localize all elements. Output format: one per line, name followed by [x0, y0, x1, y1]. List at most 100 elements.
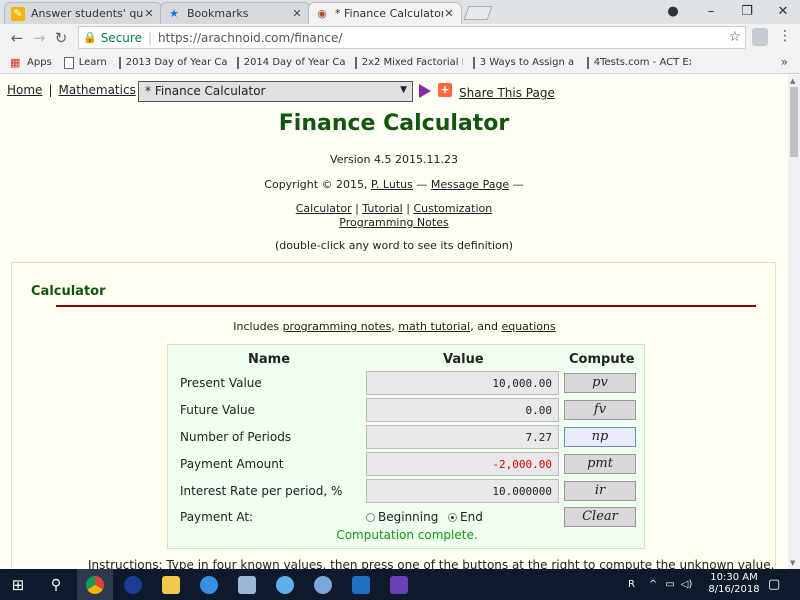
action-center-icon[interactable]: ▢	[768, 569, 780, 600]
share-icon[interactable]: +	[438, 83, 452, 97]
page-icon	[63, 56, 74, 69]
page-selector[interactable]: * Finance Calculator ▼	[138, 81, 413, 102]
reload-icon[interactable]: ↻	[50, 29, 72, 47]
programming-notes-link[interactable]: programming notes	[283, 320, 392, 333]
browser-toolbar: ← → ↻ 🔒 Secure | https://arachnoid.com/f…	[0, 24, 800, 52]
dropdown-caret-icon: ▼	[400, 85, 407, 95]
taskbar-app[interactable]	[153, 569, 189, 600]
search-icon: ⚲	[50, 576, 62, 593]
bookmark-item[interactable]: 3 Ways to Assign a D	[472, 56, 577, 69]
taskbar-clock[interactable]: 10:30 AM 8/16/2018	[706, 572, 762, 596]
equations-link[interactable]: equations	[501, 320, 555, 333]
payment-end-option[interactable]: End	[448, 510, 483, 524]
address-bar[interactable]: 🔒 Secure | https://arachnoid.com/finance…	[78, 26, 746, 49]
payment-amount-field[interactable]: -2,000.00	[366, 452, 559, 476]
mathematics-link[interactable]: Mathematics	[58, 83, 135, 97]
compute-np-button[interactable]: np	[564, 427, 636, 447]
back-icon[interactable]: ←	[6, 29, 28, 47]
shield-icon	[238, 575, 256, 594]
share-link[interactable]: Share This Page	[459, 86, 555, 100]
bookmark-item[interactable]: 2014 Day of Year Calc	[236, 56, 345, 69]
message-page-link[interactable]: Message Page	[431, 178, 509, 191]
scroll-thumb[interactable]	[790, 87, 798, 157]
start-button[interactable]: ⊞	[0, 569, 36, 600]
bookmarks-overflow-button[interactable]: »	[781, 55, 788, 69]
value-column-header: Value	[443, 352, 484, 367]
compute-column-header: Compute	[569, 352, 635, 367]
radio-end[interactable]	[448, 513, 457, 522]
new-tab-button[interactable]	[463, 6, 493, 20]
compute-ir-button[interactable]: ir	[564, 481, 636, 501]
search-button[interactable]: ⚲	[38, 569, 74, 600]
chevron-up-icon[interactable]: ^	[649, 579, 657, 590]
page-icon	[354, 56, 357, 69]
page-icon	[472, 56, 475, 69]
payment-beginning-option[interactable]: Beginning	[366, 510, 438, 524]
interest-rate-field[interactable]: 10.000000	[366, 479, 559, 503]
taskbar-chrome[interactable]	[77, 569, 113, 600]
tab-strip: ✎ Answer students' questio ✕ ★ Bookmarks…	[0, 0, 800, 24]
clear-button[interactable]: Clear	[564, 507, 636, 527]
programming-notes-link[interactable]: Programming Notes	[339, 216, 448, 229]
compute-pv-button[interactable]: pv	[564, 373, 636, 393]
bookmark-apps[interactable]: ▦ Apps	[10, 57, 52, 69]
extension-icon[interactable]	[752, 28, 768, 46]
calculator-link[interactable]: Calculator	[296, 202, 352, 215]
author-link[interactable]: P. Lutus	[371, 178, 413, 191]
bookmark-item[interactable]: 2013 Day of Year Calc	[118, 56, 227, 69]
profile-icon[interactable]: ●	[656, 0, 690, 24]
customization-link[interactable]: Customization	[413, 202, 492, 215]
compute-pmt-button[interactable]: pmt	[564, 454, 636, 474]
compute-fv-button[interactable]: fv	[564, 400, 636, 420]
tab-finance-calculator[interactable]: ◉ * Finance Calculator ✕	[308, 2, 462, 24]
minimize-button[interactable]: –	[694, 0, 728, 24]
close-tab-icon[interactable]: ✕	[291, 7, 303, 20]
edu-icon: ✎	[11, 6, 25, 21]
taskbar-app[interactable]	[343, 569, 379, 600]
taskbar-app[interactable]	[229, 569, 265, 600]
forward-icon[interactable]: →	[28, 29, 50, 47]
magnifier-icon	[314, 575, 332, 594]
tab-bookmarks[interactable]: ★ Bookmarks ✕	[160, 2, 310, 24]
close-tab-icon[interactable]: ✕	[143, 7, 155, 20]
star-icon: ★	[169, 7, 179, 20]
status-message: Computation complete.	[336, 528, 478, 542]
bookmark-item[interactable]: 4Tests.com - ACT Exa	[586, 56, 691, 69]
bookmark-star-icon[interactable]: ☆	[728, 29, 741, 45]
battery-icon[interactable]: ▭	[665, 579, 674, 590]
section-divider	[56, 305, 756, 307]
calculator-form: Name Value Compute Present Value 10,000.…	[167, 344, 645, 549]
file-explorer-icon	[162, 575, 180, 594]
close-window-button[interactable]: ✕	[766, 0, 800, 24]
taskbar-app[interactable]	[267, 569, 303, 600]
future-value-field[interactable]: 0.00	[366, 398, 559, 422]
url-text[interactable]: https://arachnoid.com/finance/	[158, 31, 342, 45]
tab-answer-students[interactable]: ✎ Answer students' questio ✕	[4, 2, 162, 24]
number-of-periods-field[interactable]: 7.27	[366, 425, 559, 449]
scroll-down-arrow-icon[interactable]: ▼	[790, 559, 795, 567]
page-scrollbar[interactable]: ▲ ▼	[788, 75, 800, 569]
tutorial-link[interactable]: Tutorial	[362, 202, 402, 215]
people-icon[interactable]: R	[628, 579, 635, 590]
taskbar-app[interactable]	[115, 569, 151, 600]
bookmark-item[interactable]: 2x2 Mixed Factorial D	[354, 56, 463, 69]
taskbar-app[interactable]	[381, 569, 417, 600]
maximize-button[interactable]: ❐	[730, 0, 764, 24]
home-link[interactable]: Home	[7, 83, 42, 97]
chrome-menu-icon[interactable]: ⋮	[778, 28, 792, 44]
page-icon	[236, 56, 239, 69]
math-tutorial-link[interactable]: math tutorial	[398, 320, 470, 333]
includes-line: Includes programming notes, math tutoria…	[233, 320, 556, 333]
bookmark-item[interactable]: Learn	[63, 56, 107, 69]
volume-icon[interactable]: ◁)	[681, 579, 693, 590]
go-arrow-icon[interactable]	[419, 84, 431, 98]
secure-indicator[interactable]: 🔒 Secure	[83, 31, 142, 45]
definition-hint: (double-click any word to see its defini…	[274, 239, 514, 252]
scroll-up-arrow-icon[interactable]: ▲	[790, 77, 795, 85]
close-tab-icon[interactable]: ✕	[443, 7, 455, 20]
radio-beginning[interactable]	[366, 513, 375, 522]
present-value-field[interactable]: 10,000.00	[366, 371, 559, 395]
taskbar-app[interactable]	[305, 569, 341, 600]
page-icon	[586, 56, 589, 69]
taskbar-app[interactable]	[191, 569, 227, 600]
